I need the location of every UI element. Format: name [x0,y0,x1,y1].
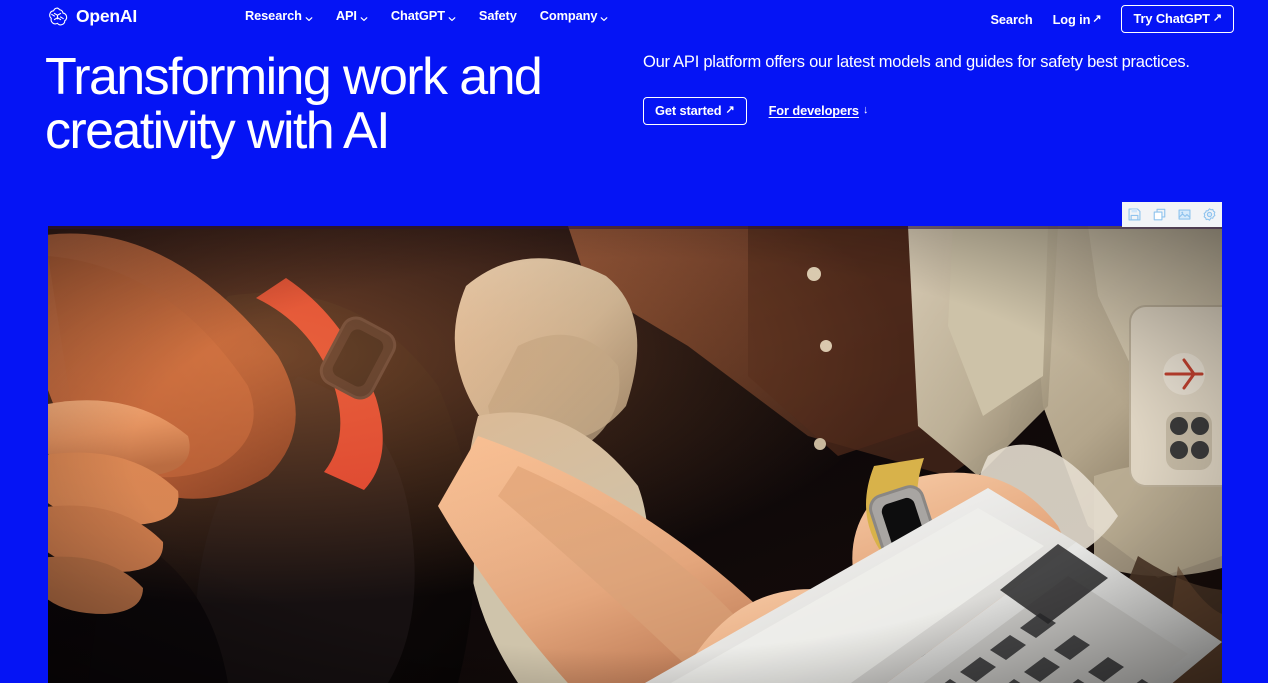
nav-item-api[interactable]: API [336,8,368,23]
brand-name-label: OpenAI [76,5,138,26]
chevron-down-icon [305,11,313,21]
chevron-down-icon [360,11,368,21]
nav-item-safety[interactable]: Safety [479,8,517,23]
brand-logo-link[interactable]: OpenAI [46,5,137,28]
try-chatgpt-label: Try ChatGPT [1133,11,1210,26]
page-title: Transforming work and creativity with AI [45,48,543,161]
hero-image-illustration [48,226,1222,683]
hero-image [48,226,1222,683]
nav-item-company[interactable]: Company [540,8,609,23]
hero-subtext: Our API platform offers our latest model… [643,53,1190,71]
nav-item-label: Company [539,8,598,23]
nav-item-chatgpt[interactable]: ChatGPT [391,8,456,23]
hero-cta-row: Get started ↗ For developers ↓ [643,96,1223,125]
hero-right-column: Our API platform offers our latest model… [643,52,1223,125]
primary-nav-items: Research API ChatGPT Safety Company [245,8,608,23]
image-icon[interactable] [1175,205,1194,224]
nav-item-label: API [335,8,357,23]
openai-homepage: OpenAI Research API ChatGPT Safety Compa… [0,0,1268,683]
try-chatgpt-button[interactable]: Try ChatGPT ↗ [1121,5,1234,33]
nav-item-label: ChatGPT [390,8,445,23]
login-label: Log in [1052,11,1091,27]
openai-logo-icon [46,5,69,28]
login-link[interactable]: Log in ↗ [1053,12,1102,27]
top-navigation-bar: OpenAI Research API ChatGPT Safety Compa… [0,0,1268,34]
for-developers-link[interactable]: For developers ↓ [769,103,869,118]
nav-item-research[interactable]: Research [245,8,313,23]
copy-icon[interactable] [1150,205,1169,224]
arrow-up-right-icon: ↗ [1212,12,1222,24]
arrow-up-right-icon: ↗ [1092,12,1102,25]
arrow-up-right-icon: ↗ [725,103,735,116]
image-toolbar [1122,202,1222,227]
for-developers-label: For developers [768,103,859,119]
chevron-down-icon [600,11,608,21]
arrow-down-icon: ↓ [862,104,869,117]
get-started-button[interactable]: Get started ↗ [643,96,747,125]
save-icon[interactable] [1125,205,1144,224]
chevron-down-icon [448,11,456,21]
search-button[interactable]: Search [990,12,1032,27]
nav-item-label: Research [245,8,302,23]
secondary-nav-items: Search Log in ↗ Try ChatGPT ↗ [990,5,1234,33]
search-label: Search [990,11,1033,27]
nav-item-label: Safety [478,8,517,23]
settings-icon[interactable] [1200,205,1219,224]
get-started-label: Get started [655,102,722,118]
